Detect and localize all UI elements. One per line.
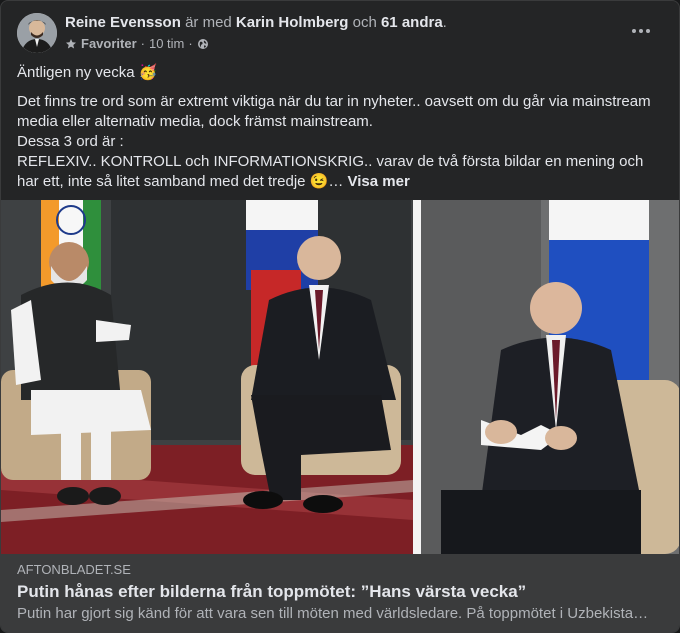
news-photo — [1, 200, 679, 554]
post-paragraph-2: Dessa 3 ord är : — [17, 133, 124, 150]
tagged-others[interactable]: 61 andra — [381, 14, 443, 31]
text-ellipsis: … — [328, 173, 344, 190]
post-paragraph-1: Det finns tre ord som är extremt viktiga… — [17, 93, 651, 130]
star-icon — [66, 39, 76, 49]
avatar-image — [17, 13, 57, 53]
post-text: Äntligen ny vecka 🥳 Det finns tre ord so… — [17, 63, 663, 192]
meta-separator-2: · — [188, 36, 193, 51]
ellipsis-icon — [632, 29, 636, 33]
post-header: Reine Evensson är med Karin Holmberg och… — [17, 11, 663, 57]
post-card: Reine Evensson är med Karin Holmberg och… — [0, 0, 680, 633]
with-text: är med — [185, 14, 232, 31]
more-options-button[interactable] — [623, 17, 659, 45]
see-more-link[interactable]: Visa mer — [348, 173, 410, 190]
post-time[interactable]: 10 tim — [149, 36, 184, 52]
link-description: Putin har gjort sig känd för att vara se… — [17, 605, 649, 622]
link-title[interactable]: Putin hånas efter bilderna från toppmöte… — [17, 581, 665, 603]
post-line-1: Äntligen ny vecka 🥳 — [17, 63, 663, 83]
and-text: och — [352, 14, 377, 31]
author-avatar[interactable] — [17, 13, 57, 53]
favorites-label[interactable]: Favoriter — [81, 36, 137, 52]
tagged-person[interactable]: Karin Holmberg — [236, 14, 349, 31]
link-preview-image[interactable] — [1, 200, 679, 554]
post-meta: Favoriter · 10 tim · — [65, 36, 209, 52]
globe-icon[interactable] — [197, 38, 209, 50]
post-line-1-text: Äntligen ny vecka — [17, 64, 135, 81]
party-face-emoji: 🥳 — [138, 64, 158, 81]
ellipsis-dot — [639, 29, 643, 33]
author-name[interactable]: Reine Evensson — [65, 14, 181, 31]
link-preview[interactable]: AFTONBLADET.SE Putin hånas efter bildern… — [1, 554, 679, 632]
author-line: Reine Evensson är med Karin Holmberg och… — [65, 14, 447, 32]
link-domain: AFTONBLADET.SE — [17, 562, 131, 577]
meta-separator: · — [140, 36, 145, 51]
post-paragraph-3: REFLEXIV.. KONTROLL och INFORMATIONSKRIG… — [17, 152, 663, 192]
ellipsis-dot — [646, 29, 650, 33]
period: . — [442, 14, 447, 31]
wink-emoji: 😉 — [309, 173, 329, 190]
